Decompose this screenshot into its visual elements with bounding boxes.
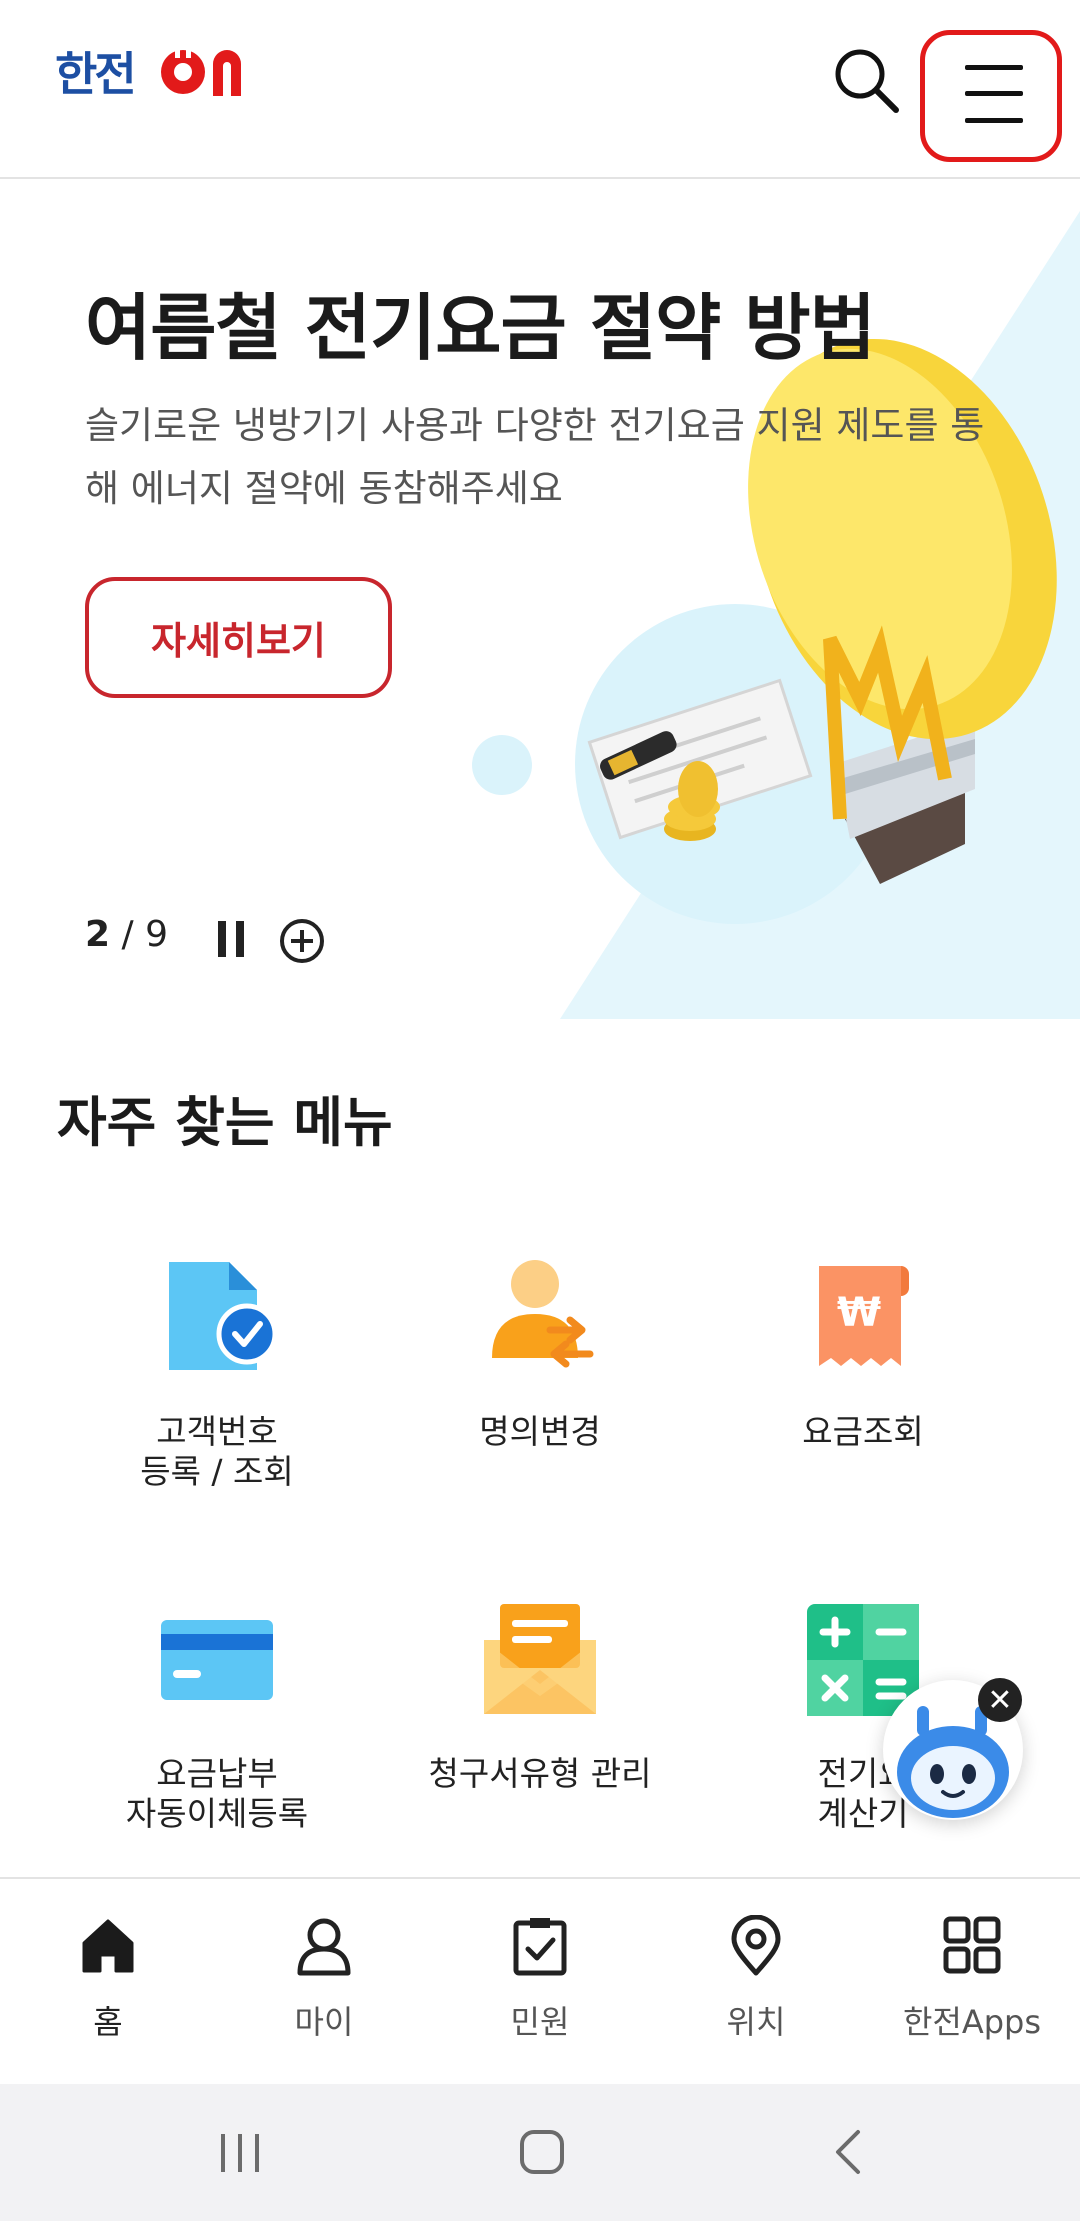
document-check-icon: [169, 1262, 278, 1370]
system-navigation-bar: [0, 2084, 1080, 2221]
plus-circle-icon[interactable]: [278, 917, 326, 965]
apps-grid-icon: [943, 1916, 1001, 1974]
app-header: 한전: [0, 0, 1080, 179]
nav-label: 한전Apps: [902, 2003, 1042, 2041]
clipboard-check-icon: [513, 1918, 567, 1976]
nav-item-apps[interactable]: 한전Apps: [864, 1879, 1080, 2086]
svg-text:₩: ₩: [837, 1290, 881, 1336]
svg-text:한전: 한전: [55, 47, 134, 101]
envelope-icon: [484, 1604, 596, 1714]
slide-current: 2: [85, 914, 111, 955]
person-transfer-icon: [492, 1260, 594, 1368]
nav-label: 홈: [93, 2003, 123, 2041]
menu-item-label: 요금조회: [802, 1412, 924, 1451]
slide-counter: 2 / 9: [85, 914, 168, 955]
menu-item-bill-inquiry[interactable]: ₩ 요금조회: [698, 1258, 1028, 1452]
nav-item-location[interactable]: 위치: [648, 1879, 864, 2086]
pause-bar: [218, 921, 226, 957]
menu-item-label: 청구서유형 관리: [428, 1754, 652, 1793]
person-icon: [297, 1918, 351, 1976]
hamburger-line: [965, 91, 1023, 96]
menu-item-customer-number[interactable]: 고객번호 등록 / 조회: [52, 1258, 382, 1492]
banner-description: 슬기로운 냉방기기 사용과 다양한 전기요금 지원 제도를 통해 에너지 절약에…: [85, 404, 985, 510]
nav-label: 민원: [510, 2003, 570, 2041]
banner-title: 여름철 전기요금 절약 방법: [85, 286, 876, 370]
nav-label: 마이: [294, 2003, 354, 2041]
nav-item-home[interactable]: 홈: [0, 1879, 216, 2086]
credit-card-icon: [161, 1620, 273, 1700]
menu-item-label: 고객번호 등록 / 조회: [140, 1412, 294, 1491]
kepco-on-logo[interactable]: 한전: [55, 42, 270, 102]
promo-banner[interactable]: 여름철 전기요금 절약 방법 슬기로운 냉방기기 사용과 다양한 전기요금 지원…: [0, 179, 1080, 1019]
pause-icon[interactable]: [218, 921, 246, 957]
menu-item-label: 명의변경: [479, 1412, 601, 1451]
frequent-menu-title: 자주 찾는 메뉴: [57, 1091, 393, 1154]
won-receipt-icon: ₩: [819, 1266, 909, 1366]
bottom-navigation: 홈 마이 민원 위치 한전Apps: [0, 1877, 1080, 2086]
location-pin-icon: [731, 1915, 781, 1976]
recent-apps-icon[interactable]: [215, 2130, 265, 2176]
home-system-icon[interactable]: [518, 2128, 566, 2176]
menu-item-auto-payment[interactable]: 요금납부 자동이체등록: [52, 1600, 382, 1834]
menu-item-label: 요금납부 자동이체등록: [125, 1754, 309, 1833]
pause-bar: [236, 921, 244, 957]
menu-item-name-change[interactable]: 명의변경: [375, 1258, 705, 1452]
close-icon[interactable]: ✕: [978, 1678, 1022, 1722]
nav-item-civil-service[interactable]: 민원: [432, 1879, 648, 2086]
hamburger-line: [965, 65, 1023, 70]
menu-item-bill-type[interactable]: 청구서유형 관리: [375, 1600, 705, 1794]
nav-item-my[interactable]: 마이: [216, 1879, 432, 2086]
hamburger-line: [965, 118, 1023, 123]
back-icon[interactable]: [828, 2128, 868, 2176]
home-icon: [82, 1919, 134, 1973]
hamburger-menu-button[interactable]: [920, 30, 1062, 162]
slide-total: 9: [145, 914, 168, 955]
search-icon[interactable]: [826, 40, 906, 120]
nav-label: 위치: [726, 2003, 786, 2041]
view-details-button[interactable]: 자세히보기: [85, 577, 392, 698]
slide-separator: /: [110, 914, 146, 955]
